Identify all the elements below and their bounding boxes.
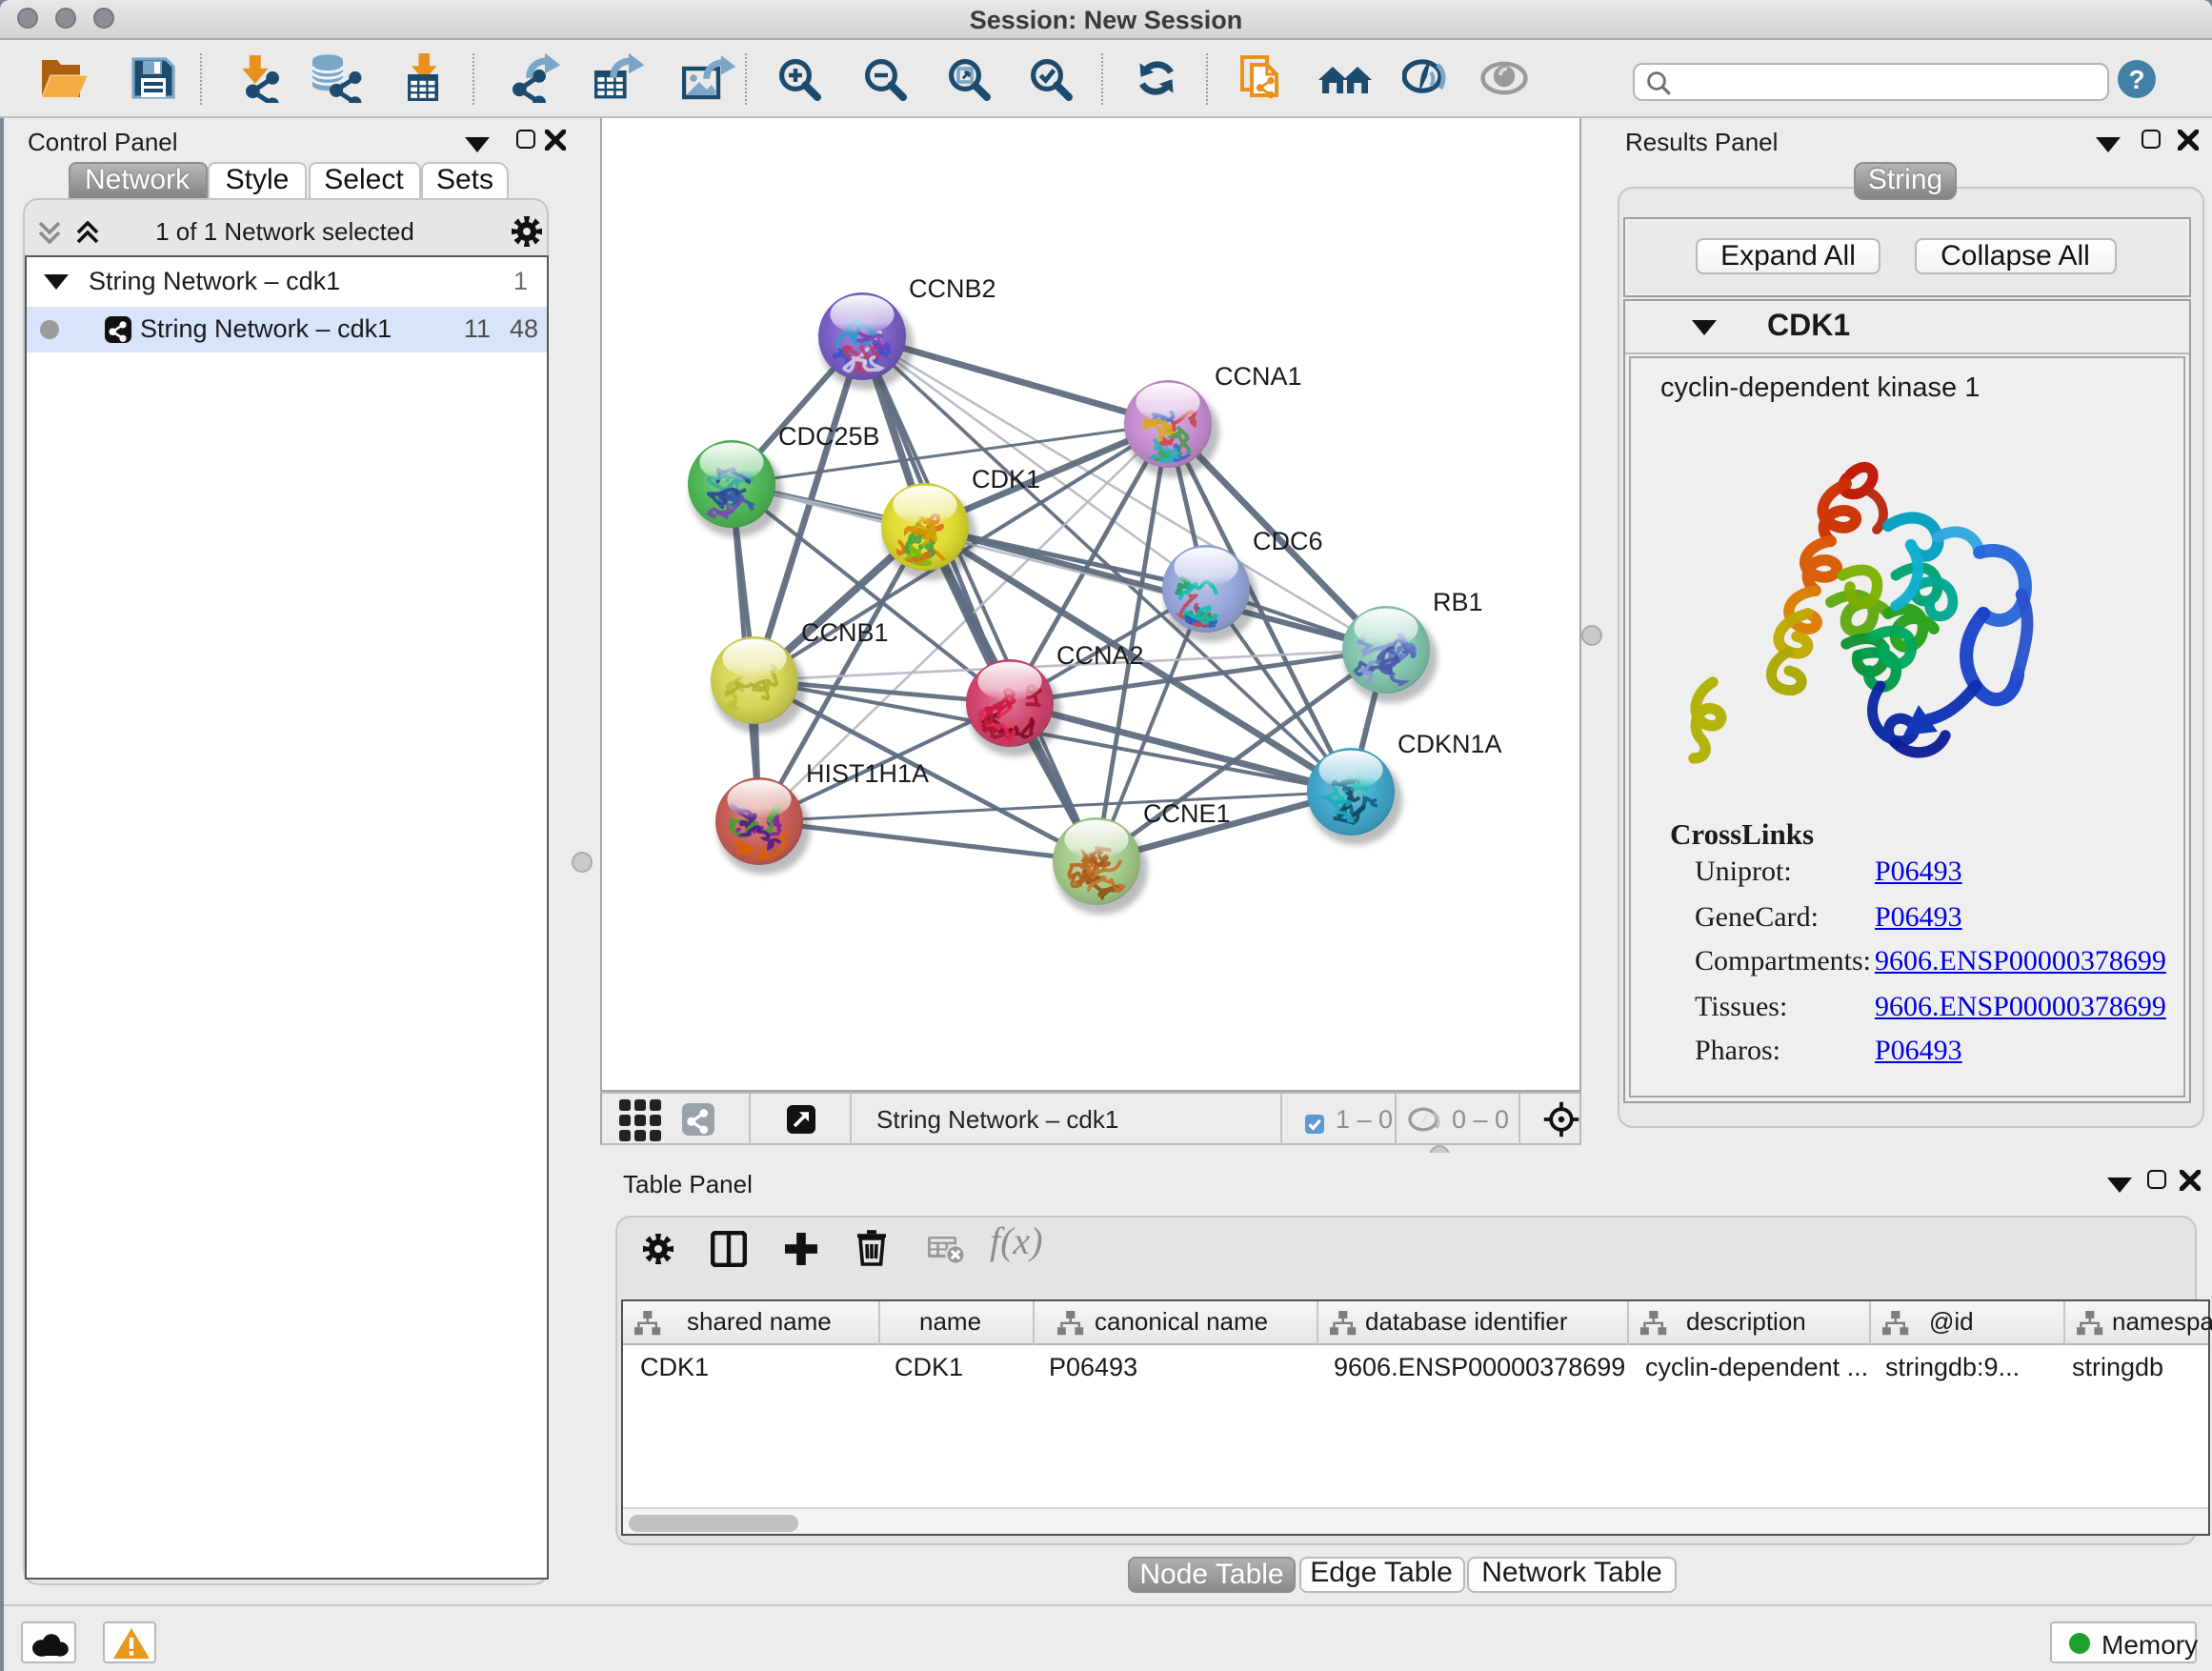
svg-text:CDC25B: CDC25B	[778, 422, 880, 451]
svg-text:CDC6: CDC6	[1253, 527, 1323, 555]
svg-text:CCNA1: CCNA1	[1215, 362, 1302, 391]
svg-text:HIST1H1A: HIST1H1A	[806, 759, 929, 788]
svg-text:CCNA2: CCNA2	[1056, 641, 1144, 670]
svg-text:CCNB1: CCNB1	[801, 618, 889, 647]
svg-text:?: ?	[2128, 65, 2144, 94]
svg-text:CDK1: CDK1	[972, 465, 1040, 493]
svg-text:RB1: RB1	[1433, 588, 1483, 616]
svg-text:CCNE1: CCNE1	[1143, 799, 1231, 828]
svg-text:CDKN1A: CDKN1A	[1398, 730, 1502, 758]
svg-text:CCNB2: CCNB2	[909, 274, 996, 303]
